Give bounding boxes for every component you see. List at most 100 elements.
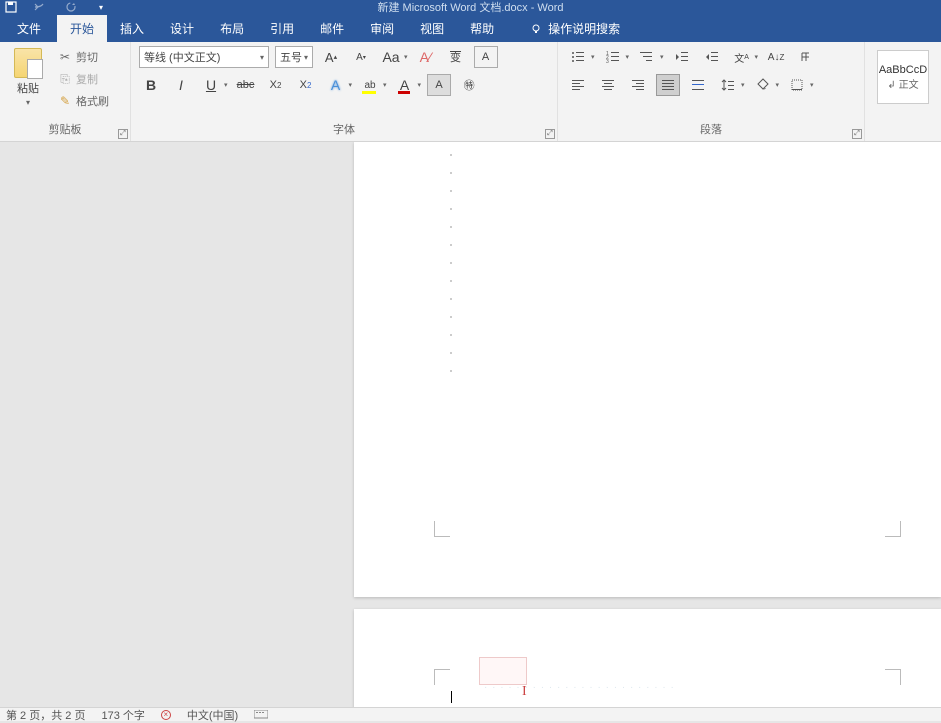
cut-button[interactable]: ✂ 剪切 [54, 48, 113, 66]
undo-icon[interactable] [34, 0, 48, 14]
tab-review[interactable]: 审阅 [357, 15, 407, 42]
paragraph-group-label: 段落 [566, 121, 856, 139]
superscript-button[interactable]: X2 [294, 74, 318, 96]
tab-mailings[interactable]: 邮件 [307, 15, 357, 42]
font-launcher-icon[interactable]: ⤢ [545, 129, 555, 139]
copy-label: 复制 [76, 71, 98, 87]
insertion-point [451, 691, 452, 703]
chevron-down-icon: ▾ [260, 53, 264, 62]
borders-button[interactable]: ▾ [785, 74, 814, 96]
multilevel-list-button[interactable]: ▾ [635, 46, 664, 68]
font-size-combo[interactable]: 五号 ▾ [275, 46, 313, 68]
clipboard-group-label: 剪贴板 [8, 121, 122, 139]
tell-me-label: 操作说明搜索 [548, 20, 620, 37]
bullets-button[interactable]: ▾ [566, 46, 595, 68]
line-spacing-button[interactable]: ▾ [716, 74, 745, 96]
document-area[interactable]: · · · · · · · · · · · · · · · · · · · · … [0, 142, 941, 707]
tab-home[interactable]: 开始 [57, 15, 107, 42]
margin-corner-icon [885, 669, 901, 685]
page-1[interactable] [354, 142, 941, 597]
qat-dropdown-icon[interactable]: ▾ [94, 0, 108, 14]
page-number-status[interactable]: 第 2 页，共 2 页 [6, 707, 85, 723]
tab-references[interactable]: 引用 [257, 15, 307, 42]
margin-corner-icon [885, 521, 901, 537]
subscript-button[interactable]: X2 [264, 74, 288, 96]
show-marks-button[interactable] [794, 46, 818, 68]
justify-button[interactable] [656, 74, 680, 96]
ribbon-tabs: 文件 开始 插入 设计 布局 引用 邮件 审阅 视图 帮助 操作说明搜索 [0, 14, 941, 42]
font-name-combo[interactable]: 等线 (中文正文) ▾ [139, 46, 269, 68]
word-count-status[interactable]: 173 个字 [101, 707, 144, 723]
align-center-button[interactable] [596, 74, 620, 96]
asian-layout-button[interactable]: 文A▾ [730, 46, 759, 68]
grow-font-button[interactable]: A▴ [319, 46, 343, 68]
tab-layout[interactable]: 布局 [207, 15, 257, 42]
tab-design[interactable]: 设计 [157, 15, 207, 42]
bold-button[interactable]: B [139, 74, 163, 96]
group-font: 等线 (中文正文) ▾ 五号 ▾ A▴ A▾ Aa▾ A⁄ 变 A B [131, 42, 558, 141]
font-size-value: 五号 [280, 49, 302, 65]
enclose-characters-button[interactable]: ㊕ [457, 74, 481, 96]
tell-me-search[interactable]: 操作说明搜索 [517, 15, 633, 42]
text-cursor-icon [522, 682, 530, 696]
style-preview-text: AaBbCcD [879, 64, 927, 76]
tab-help[interactable]: 帮助 [457, 15, 507, 42]
window-title: 新建 Microsoft Word 文档.docx - Word [377, 0, 563, 15]
brush-icon: ✎ [58, 94, 72, 108]
cut-label: 剪切 [76, 49, 98, 65]
ribbon: 粘贴 ▾ ✂ 剪切 ⎘ 复制 ✎ 格式刷 剪贴板 ⤢ [0, 42, 941, 142]
save-icon[interactable] [4, 0, 18, 14]
distribute-button[interactable] [686, 74, 710, 96]
proofing-status[interactable]: × [161, 710, 171, 720]
italic-button[interactable]: I [169, 74, 193, 96]
svg-text:3: 3 [606, 59, 609, 63]
paste-dropdown-icon[interactable]: ▾ [26, 98, 30, 107]
margin-corner-icon [434, 669, 450, 685]
text-effects-button[interactable]: A▾ [324, 74, 353, 96]
page-2[interactable]: · · · · · · · · · · · · · · · · · · · · … [354, 609, 941, 707]
tab-view[interactable]: 视图 [407, 15, 457, 42]
selection-highlight [479, 657, 527, 685]
phonetic-guide-button[interactable]: 变 [444, 46, 468, 68]
quick-access-toolbar: ▾ [4, 0, 108, 14]
sort-button[interactable]: A↓Z [764, 46, 788, 68]
paste-button[interactable]: 粘贴 ▾ [8, 46, 48, 107]
strikethrough-button[interactable]: abc [234, 74, 258, 96]
style-normal[interactable]: AaBbCcD ↲ 正文 [877, 50, 929, 104]
copy-button[interactable]: ⎘ 复制 [54, 70, 113, 88]
copy-icon: ⎘ [58, 72, 72, 86]
character-border-button[interactable]: A [474, 46, 498, 68]
increase-indent-button[interactable] [700, 46, 724, 68]
clear-formatting-button[interactable]: A⁄ [414, 46, 438, 68]
paragraph-launcher-icon[interactable]: ⤢ [852, 129, 862, 139]
format-painter-label: 格式刷 [76, 93, 109, 109]
font-name-value: 等线 (中文正文) [144, 49, 220, 65]
faded-content: · · · · · · · · · · · · · · · · · · · · … [484, 682, 675, 693]
shrink-font-button[interactable]: A▾ [349, 46, 373, 68]
chevron-down-icon: ▾ [304, 53, 308, 62]
decrease-indent-button[interactable] [670, 46, 694, 68]
group-clipboard: 粘贴 ▾ ✂ 剪切 ⎘ 复制 ✎ 格式刷 剪贴板 ⤢ [0, 42, 131, 141]
keyboard-icon [254, 710, 268, 720]
proofing-error-icon: × [161, 710, 171, 720]
numbering-button[interactable]: 123▾ [601, 46, 630, 68]
language-status[interactable]: 中文(中国) [187, 707, 238, 723]
font-color-button[interactable]: A▾ [393, 74, 422, 96]
input-mode-status[interactable] [254, 710, 268, 720]
clipboard-launcher-icon[interactable]: ⤢ [118, 129, 128, 139]
status-bar: 第 2 页，共 2 页 173 个字 × 中文(中国) [0, 707, 941, 721]
shading-button[interactable]: ▾ [751, 74, 780, 96]
redo-icon[interactable] [64, 0, 78, 14]
underline-button[interactable]: U▾ [199, 74, 228, 96]
style-normal-label: ↲ 正文 [887, 76, 918, 91]
character-shading-button[interactable]: A [427, 74, 451, 96]
highlight-button[interactable]: ab▾ [358, 74, 387, 96]
change-case-button[interactable]: Aa▾ [379, 46, 408, 68]
format-painter-button[interactable]: ✎ 格式刷 [54, 92, 113, 110]
paste-label: 粘贴 [17, 80, 39, 96]
align-right-button[interactable] [626, 74, 650, 96]
tab-insert[interactable]: 插入 [107, 15, 157, 42]
tab-file[interactable]: 文件 [4, 15, 57, 42]
align-left-button[interactable] [566, 74, 590, 96]
bulb-icon [530, 23, 542, 35]
